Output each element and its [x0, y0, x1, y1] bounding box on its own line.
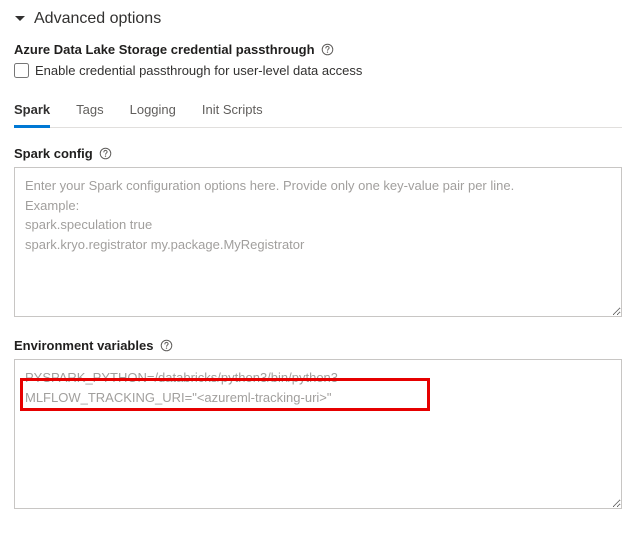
- advanced-options-header[interactable]: Advanced options: [14, 10, 622, 28]
- env-vars-label-row: Environment variables: [14, 338, 622, 353]
- collapse-down-icon: [14, 13, 26, 25]
- env-vars-textarea[interactable]: [14, 359, 622, 509]
- passthrough-checkbox-row: Enable credential passthrough for user-l…: [14, 63, 622, 78]
- spark-config-textarea[interactable]: [14, 167, 622, 317]
- env-vars-block: Environment variables: [14, 338, 622, 512]
- spark-config-block: Spark config: [14, 146, 622, 320]
- tab-init-scripts[interactable]: Init Scripts: [202, 96, 263, 128]
- tab-logging[interactable]: Logging: [130, 96, 176, 128]
- passthrough-title-row: Azure Data Lake Storage credential passt…: [14, 42, 622, 57]
- tab-spark[interactable]: Spark: [14, 96, 50, 128]
- passthrough-checkbox[interactable]: [14, 63, 29, 78]
- spark-config-label: Spark config: [14, 146, 93, 161]
- passthrough-checkbox-label[interactable]: Enable credential passthrough for user-l…: [35, 63, 362, 78]
- section-title: Advanced options: [34, 10, 161, 28]
- tabs: Spark Tags Logging Init Scripts: [14, 96, 622, 128]
- help-icon[interactable]: [321, 43, 335, 57]
- help-icon[interactable]: [159, 339, 173, 353]
- tab-tags[interactable]: Tags: [76, 96, 103, 128]
- env-vars-wrap: [14, 359, 622, 512]
- env-vars-label: Environment variables: [14, 338, 153, 353]
- passthrough-title: Azure Data Lake Storage credential passt…: [14, 42, 315, 57]
- spark-config-label-row: Spark config: [14, 146, 622, 161]
- help-icon[interactable]: [99, 147, 113, 161]
